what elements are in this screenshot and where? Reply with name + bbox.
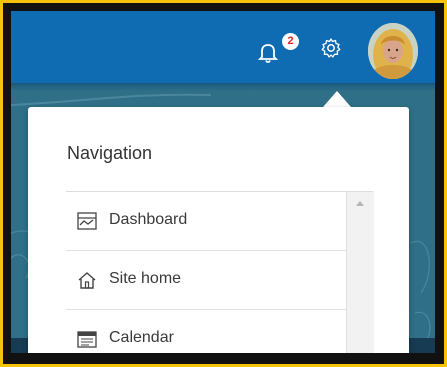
nav-item-dashboard[interactable]: Dashboard xyxy=(66,192,346,251)
nav-item-label: Dashboard xyxy=(109,211,188,228)
notification-count-badge: 2 xyxy=(282,33,299,50)
avatar xyxy=(368,23,418,79)
bell-icon xyxy=(257,44,279,63)
calendar-icon xyxy=(77,331,97,348)
navigation-list: Dashboard Site home Calendar xyxy=(66,191,374,353)
notifications-button[interactable] xyxy=(255,39,281,65)
dashboard-icon xyxy=(77,212,97,230)
settings-button[interactable] xyxy=(319,36,343,60)
home-icon xyxy=(78,272,96,289)
popover-caret xyxy=(323,91,351,107)
navbar-shadow xyxy=(11,83,435,91)
gear-icon xyxy=(321,38,341,58)
navigation-scrollbar[interactable] xyxy=(346,192,374,353)
navigation-popover: Navigation Dashboard Site home Calendar xyxy=(28,107,409,353)
navigation-title: Navigation xyxy=(67,143,153,163)
nav-item-calendar[interactable]: Calendar xyxy=(66,310,346,353)
nav-item-label: Site home xyxy=(109,270,182,287)
user-avatar-button[interactable] xyxy=(368,23,418,79)
app-window: 2 Navigation Dashboard Site home Calenda… xyxy=(11,11,435,353)
nav-item-label: Calendar xyxy=(109,329,174,346)
scroll-up-arrow-icon[interactable] xyxy=(356,201,364,206)
nav-item-site-home[interactable]: Site home xyxy=(66,251,346,310)
